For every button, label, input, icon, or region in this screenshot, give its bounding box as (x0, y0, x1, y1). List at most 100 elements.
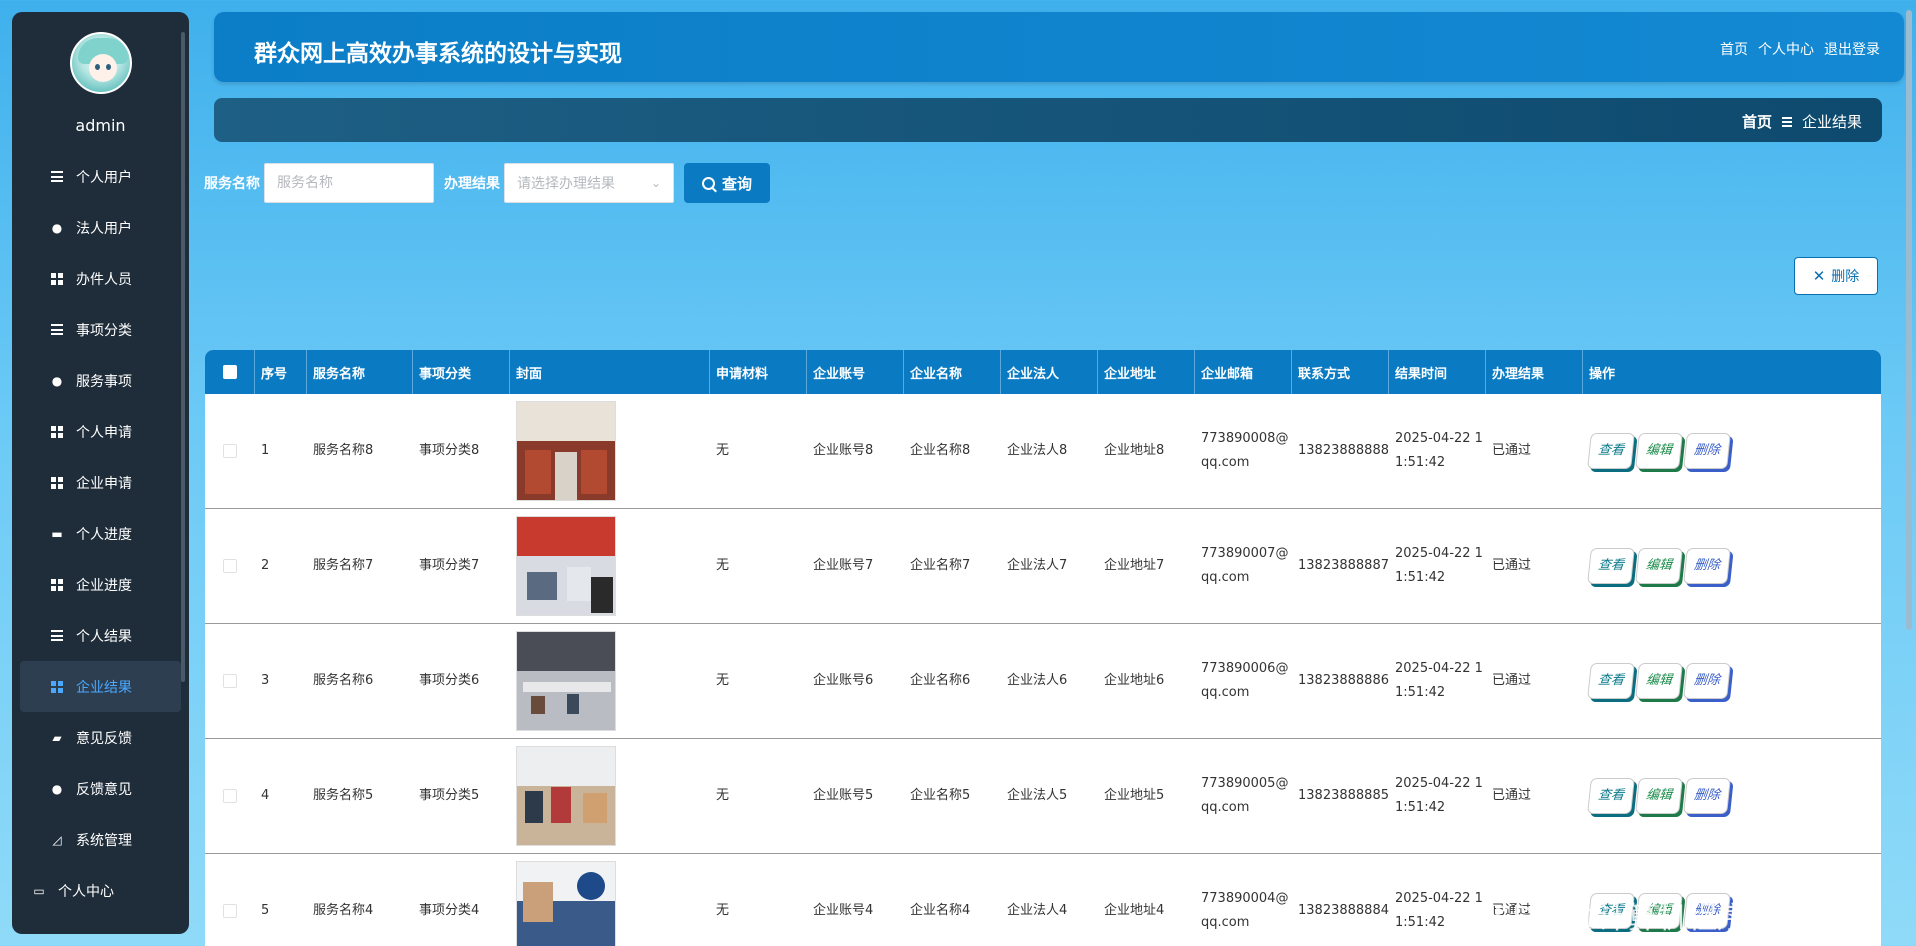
row-ops: 查看 编辑 删除 (1583, 739, 1881, 853)
sidebar-item-personal-apply[interactable]: 个人申请 (20, 406, 181, 457)
row-email-cell: 773890008@qq.com (1195, 394, 1292, 508)
col-header: 企业法人 (1001, 350, 1098, 394)
sidebar-item-feedback[interactable]: ▰ 意见反馈 (20, 712, 181, 763)
row-phone: 13823888886 (1298, 673, 1389, 688)
delete-button[interactable]: 删除 (1683, 548, 1731, 584)
watermark: CSDN @计算机程序猿学长 (1472, 901, 1838, 936)
logout-link[interactable]: 退出登录 (1824, 39, 1880, 59)
row-checkbox[interactable] (223, 904, 237, 918)
row-company-account: 企业账号5 (813, 788, 874, 803)
row-legal-person: 企业法人4 (1007, 903, 1068, 918)
result-label: 办理结果 (444, 176, 500, 192)
row-cover-cell (510, 509, 710, 623)
sidebar-item-legal-users[interactable]: ● 法人用户 (20, 202, 181, 253)
row-email-cell: 773890006@qq.com (1195, 624, 1292, 738)
row-phone: 13823888885 (1298, 788, 1389, 803)
query-button-label: 查询 (721, 174, 752, 193)
sidebar-item-label: 个人用户 (76, 169, 132, 186)
result-select[interactable]: 请选择办理结果 ⌄ (504, 163, 674, 203)
user-icon: ● (51, 373, 63, 388)
row-ops: 查看 编辑 删除 (1583, 509, 1881, 623)
breadcrumb-home[interactable]: 首页 (1742, 111, 1772, 132)
col-header: 操作 (1589, 366, 1616, 382)
grid-icon (50, 272, 64, 286)
view-button[interactable]: 查看 (1587, 433, 1635, 469)
delete-button[interactable]: 删除 (1683, 663, 1731, 699)
sidebar-item-services[interactable]: ● 服务事项 (20, 355, 181, 406)
row-phone: 13823888887 (1298, 558, 1389, 573)
row-check-cell (205, 739, 255, 853)
row-checkbox[interactable] (223, 789, 237, 803)
edit-button[interactable]: 编辑 (1635, 548, 1683, 584)
sidebar-item-system[interactable]: ◿ 系统管理 (20, 814, 181, 865)
row-company-account: 企业账号8 (813, 443, 874, 458)
edit-button[interactable]: 编辑 (1635, 433, 1683, 469)
sliders-icon (50, 323, 64, 337)
sidebar-item-company-progress[interactable]: 企业进度 (20, 559, 181, 610)
avatar (70, 32, 132, 94)
row-legal-person: 企业法人7 (1007, 558, 1068, 573)
row-company-address: 企业地址8 (1104, 443, 1165, 458)
row-result: 已通过 (1492, 558, 1532, 573)
sidebar-item-staff[interactable]: 办件人员 (20, 253, 181, 304)
sidebar-item-categories[interactable]: 事项分类 (20, 304, 181, 355)
row-company-name: 企业名称6 (910, 673, 971, 688)
row-time-cell: 2025-04-22 11:51:42 (1389, 509, 1486, 623)
row-checkbox[interactable] (223, 559, 237, 573)
row-material: 无 (716, 788, 730, 803)
result-select-placeholder: 请选择办理结果 (517, 176, 615, 192)
row-email-cell: 773890004@qq.com (1195, 854, 1292, 946)
cover-image (516, 746, 616, 846)
view-button[interactable]: 查看 (1587, 548, 1635, 584)
cover-image (516, 401, 616, 501)
sidebar-item-personal-progress[interactable]: ▬ 个人进度 (20, 508, 181, 559)
sidebar-item-personal-result[interactable]: 个人结果 (20, 610, 181, 661)
row-time-cell: 2025-04-22 11:51:42 (1389, 624, 1486, 738)
sidebar-item-label: 反馈意见 (76, 781, 132, 798)
row-company-address: 企业地址6 (1104, 673, 1165, 688)
username: admin (75, 116, 126, 135)
row-checkbox[interactable] (223, 444, 237, 458)
row-company-account: 企业账号7 (813, 558, 874, 573)
sidebar-item-personal-center[interactable]: ▭ 个人中心 (20, 865, 181, 916)
sidebar-item-label: 意见反馈 (76, 730, 132, 747)
home-link[interactable]: 首页 (1720, 39, 1748, 59)
sidebar-item-company-result[interactable]: 企业结果 (20, 661, 181, 712)
row-result-time: 2025-04-22 11:51:42 (1395, 661, 1483, 700)
page-scrollbar[interactable] (1906, 10, 1912, 630)
row-legal-person: 企业法人6 (1007, 673, 1068, 688)
delete-button[interactable]: 删除 (1683, 433, 1731, 469)
table-row: 2 服务名称7 事项分类7 无 企业账号7 企业名称7 企业法人7 企业地址7 … (205, 509, 1881, 624)
delete-button[interactable]: 删除 (1683, 778, 1731, 814)
header-links: 首页 个人中心 退出登录 (1720, 39, 1880, 59)
row-company-name: 企业名称7 (910, 558, 971, 573)
breadcrumb-current: 企业结果 (1801, 113, 1862, 131)
row-email: 773890005@qq.com (1201, 776, 1289, 815)
sidebar-item-company-apply[interactable]: 企业申请 (20, 457, 181, 508)
sidebar-item-personal-users[interactable]: 个人用户 (20, 151, 181, 202)
select-all-checkbox[interactable] (222, 365, 237, 379)
row-result-time: 2025-04-22 11:51:42 (1395, 431, 1483, 470)
bulb-icon: ● (51, 781, 63, 796)
grid-icon (50, 476, 64, 490)
row-phone: 13823888888 (1298, 443, 1389, 458)
service-name-input[interactable] (264, 163, 434, 203)
sidebar-item-feedback-opinions[interactable]: ● 反馈意见 (20, 763, 181, 814)
edit-button[interactable]: 编辑 (1635, 778, 1683, 814)
edit-button[interactable]: 编辑 (1635, 663, 1683, 699)
sidebar-item-label: 个人中心 (58, 883, 114, 900)
row-checkbox[interactable] (223, 674, 237, 688)
row-email: 773890007@qq.com (1201, 546, 1289, 585)
search-icon (701, 176, 715, 190)
view-button[interactable]: 查看 (1587, 778, 1635, 814)
row-email-cell: 773890005@qq.com (1195, 739, 1292, 853)
profile-link[interactable]: 个人中心 (1758, 39, 1814, 59)
query-button[interactable]: 查询 (684, 163, 770, 203)
row-phone: 13823888884 (1298, 903, 1389, 918)
col-header: 事项分类 (413, 350, 510, 394)
view-button[interactable]: 查看 (1587, 663, 1635, 699)
row-email: 773890004@qq.com (1201, 891, 1289, 930)
batch-delete-button[interactable]: ✕ 删除 (1794, 257, 1878, 295)
app-title: 群众网上高效办事系统的设计与实现 (254, 41, 622, 67)
menu-icon (1781, 116, 1792, 127)
